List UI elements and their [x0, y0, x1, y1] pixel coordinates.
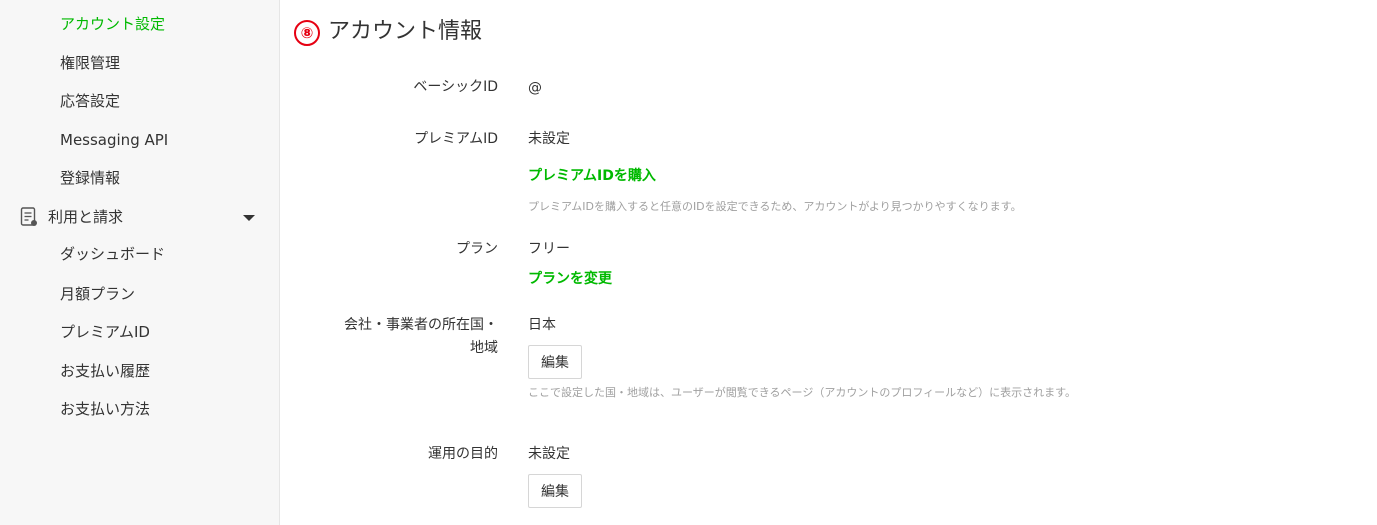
country-note: ここで設定した国・地域は、ユーザーが閲覧できるページ（アカウントのプロフィールな…	[528, 386, 1077, 399]
change-plan-link[interactable]: プランを変更	[528, 269, 612, 289]
sidebar-item-payment-method[interactable]: お支払い方法	[60, 399, 150, 419]
purpose-value: 未設定	[528, 446, 570, 462]
main-content: ⑧ アカウント情報 ベーシックID @ プレミアムID 未設定 プレミアムIDを…	[280, 0, 1377, 525]
buy-premium-id-link[interactable]: プレミアムIDを購入	[528, 166, 656, 186]
premium-id-note: プレミアムIDを購入すると任意のIDを設定できるため、アカウントがより見つかりや…	[528, 200, 1022, 213]
plan-label: プラン	[456, 241, 498, 257]
sidebar-item-permissions[interactable]: 権限管理	[60, 53, 120, 73]
basic-id-label: ベーシックID	[413, 79, 498, 95]
sidebar-group-label: 利用と請求	[48, 208, 124, 226]
premium-id-value: 未設定	[528, 131, 570, 147]
sidebar-item-monthly-plan[interactable]: 月額プラン	[60, 284, 135, 304]
plan-value: フリー	[528, 241, 570, 257]
purpose-edit-button[interactable]: 編集	[528, 474, 582, 508]
sidebar: アカウント設定 権限管理 応答設定 Messaging API 登録情報 利用と…	[0, 0, 280, 525]
sidebar-item-account-settings[interactable]: アカウント設定	[60, 14, 165, 34]
country-edit-button[interactable]: 編集	[528, 345, 582, 379]
country-label-line1: 会社・事業者の所在国・	[344, 317, 498, 333]
sidebar-group-usage-billing[interactable]: 利用と請求	[20, 206, 260, 228]
page-title: アカウント情報	[328, 19, 483, 44]
chevron-down-icon	[243, 215, 255, 221]
sidebar-item-dashboard[interactable]: ダッシュボード	[60, 244, 165, 264]
sidebar-item-messaging-api[interactable]: Messaging API	[60, 130, 168, 150]
document-icon	[20, 207, 37, 226]
sidebar-item-registration-info[interactable]: 登録情報	[60, 168, 120, 188]
country-label-line2: 地域	[470, 340, 498, 356]
sidebar-item-premium-id[interactable]: プレミアムID	[60, 322, 150, 342]
country-value: 日本	[528, 317, 556, 333]
premium-id-label: プレミアムID	[414, 131, 498, 147]
basic-id-value: @	[528, 80, 542, 96]
purpose-label: 運用の目的	[428, 446, 498, 462]
sidebar-item-response-settings[interactable]: 応答設定	[60, 91, 120, 111]
sidebar-item-payment-history[interactable]: お支払い履歴	[60, 361, 150, 381]
step-number-badge: ⑧	[294, 20, 320, 46]
